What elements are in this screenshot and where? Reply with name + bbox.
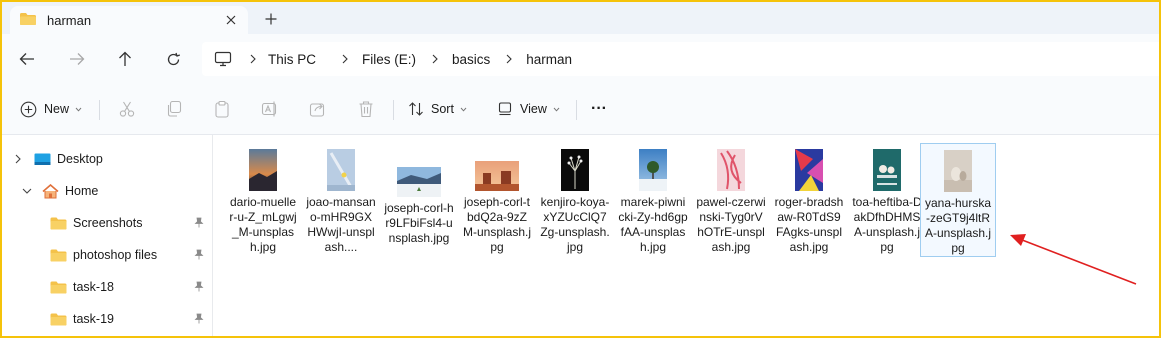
file-explorer-window: harman This PC Files (E:) basics harman … xyxy=(0,0,1161,338)
annotation-arrow xyxy=(1010,234,1137,285)
